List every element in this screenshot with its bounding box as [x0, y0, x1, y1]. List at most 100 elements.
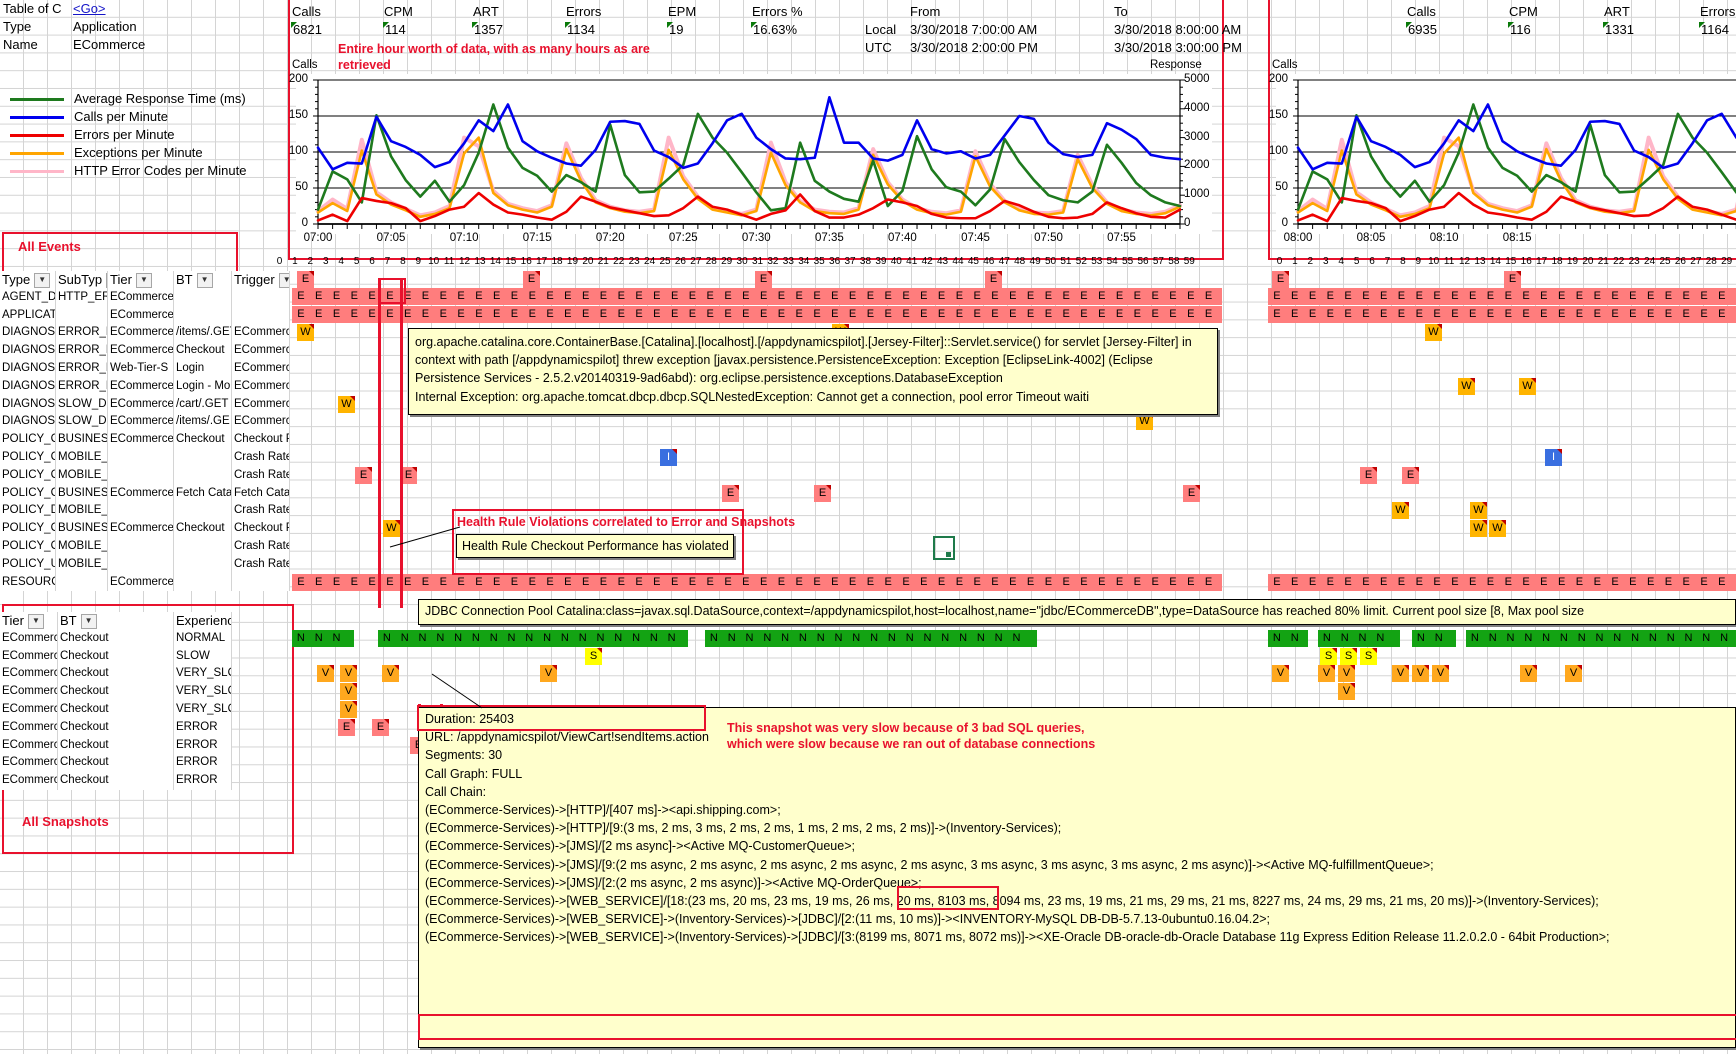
warning-event-flag[interactable]: W [1519, 377, 1536, 395]
go-link[interactable]: <Go> [73, 1, 106, 16]
filter-dropdown-icon[interactable]: ▼ [196, 273, 213, 289]
very-slow-snapshot-flag[interactable]: V [1338, 683, 1355, 701]
snapshots-column-header[interactable]: Experience▼ [174, 612, 232, 630]
filter-dropdown-icon[interactable]: ▼ [27, 614, 44, 630]
very-slow-snapshot-flag[interactable]: V [1272, 665, 1289, 683]
ruler-index: 22 [613, 256, 625, 267]
list-item[interactable]: ECommerceCheckoutVERY_SLOW [0, 700, 290, 719]
snapshot-leader-line [431, 673, 483, 709]
list-item[interactable]: ECommerceCheckoutNORMAL [0, 629, 290, 648]
very-slow-snapshot-flag[interactable]: V [317, 665, 334, 683]
error-event-flag[interactable]: E [985, 270, 1002, 288]
very-slow-snapshot-flag[interactable]: V [1338, 665, 1355, 683]
very-slow-snapshot-flag[interactable]: V [1565, 665, 1582, 683]
table-row[interactable]: APPLICATION_ERROR ECommerce-Services [0, 306, 290, 325]
events-column-header[interactable]: Type ▼ [0, 271, 56, 289]
table-row[interactable]: POLICY_CONBUSINESS_TECommerceFetch Catal… [0, 484, 290, 503]
events-column-header[interactable]: Trigger ▼ [232, 271, 290, 289]
events-cell-trigger: Fetch Catalog Performance [232, 484, 290, 503]
table-row[interactable]: POLICY_OPEMOBILE_APPLICATION Crash Rate [0, 537, 290, 556]
table-row[interactable]: POLICY_CLOMOBILE_APPLICATION Crash Rate [0, 448, 290, 467]
error-event-flag[interactable]: E [755, 270, 772, 288]
table-row[interactable]: DIAGNOSTIERROR_DIAWeb-Tier-SLoginECommer… [0, 359, 290, 378]
table-row[interactable]: POLICY_OPEBUSINESS_TECommerceCheckoutChe… [0, 520, 290, 538]
slow-snapshot-flag[interactable]: S [1340, 647, 1357, 665]
warning-event-flag[interactable]: W [1136, 413, 1153, 431]
warning-event-flag[interactable]: W [1425, 324, 1442, 342]
error-event-flag[interactable]: E [1504, 270, 1521, 288]
very-slow-snapshot-flag[interactable]: V [540, 665, 557, 683]
list-item[interactable]: ECommerceCheckoutVERY_SLOW [0, 683, 290, 701]
call-chain-line-1: (ECommerce-Services)->[HTTP]/[9:(3 ms, 2… [425, 821, 1062, 836]
list-item[interactable]: ECommerceCheckoutERROR [0, 754, 290, 773]
warning-event-flag[interactable]: W [1489, 520, 1506, 538]
events-column-header[interactable]: Tier ▼ [108, 271, 174, 289]
list-item[interactable]: ECommerceCheckoutERROR [0, 736, 290, 755]
filter-dropdown-icon[interactable]: ▼ [80, 614, 97, 630]
error-event-flag[interactable]: E [297, 270, 314, 288]
error-snapshot-flag[interactable]: E [338, 718, 355, 736]
table-row[interactable]: AGENT_DIAHTTP_ERROECommerce-Services [0, 288, 290, 307]
slow-snapshot-flag[interactable]: S [1320, 647, 1337, 665]
ruler-index: 5 [1353, 256, 1360, 267]
events-column-header[interactable]: BT ▼ [174, 271, 232, 289]
snapshots-column-header[interactable]: BT ▼ [58, 612, 174, 630]
slow-snapshot-flag[interactable]: S [585, 647, 602, 665]
events-cell-subtype: MOBILE_APPLICATION [56, 448, 108, 467]
filter-dropdown-icon[interactable]: ▼ [278, 273, 289, 289]
error-event-flag[interactable]: E [814, 484, 831, 502]
error-event-flag[interactable]: E [1360, 466, 1377, 484]
table-row[interactable]: DIAGNOSTIERROR_DIAECommerceLogin - MobEC… [0, 377, 290, 396]
filter-dropdown-icon[interactable]: ▼ [135, 273, 152, 289]
info-event-flag[interactable]: I [1545, 449, 1562, 466]
error-event-flag[interactable]: E [722, 484, 739, 502]
warning-event-flag[interactable]: W [297, 324, 314, 342]
filter-dropdown-icon[interactable]: ▼ [34, 273, 51, 289]
metric2-art-label: ART [1604, 4, 1630, 19]
warning-event-flag[interactable]: W [338, 395, 355, 413]
table-row[interactable]: RESOURCE_POOL_LIMIT ECommerce-Services [0, 573, 290, 592]
very-slow-snapshot-flag[interactable]: V [340, 683, 357, 701]
very-slow-snapshot-flag[interactable]: V [340, 665, 357, 683]
error-event-flag[interactable]: E [355, 466, 372, 484]
very-slow-snapshot-flag[interactable]: V [1392, 665, 1409, 683]
warning-event-flag[interactable]: W [1470, 502, 1487, 520]
snapshots-cell-experience: SLOW [174, 647, 232, 666]
warning-event-flag[interactable]: W [1458, 377, 1475, 395]
error-event-flag[interactable]: E [1402, 466, 1419, 484]
list-item[interactable]: ECommerceCheckoutSLOW [0, 647, 290, 666]
info-event-flag[interactable]: I [660, 449, 677, 466]
error-snapshot-flag[interactable]: E [372, 718, 389, 736]
very-slow-snapshot-flag[interactable]: V [340, 701, 357, 718]
metric-epm-value: 19 [669, 22, 684, 37]
error-event-flag[interactable]: E [400, 466, 417, 484]
table-row[interactable]: POLICY_CONMOBILE_APPLICATION Crash Rate [0, 466, 290, 485]
events-column-header[interactable]: SubTyp▼ [56, 271, 108, 289]
events-cell-type: DIAGNOSTI [0, 413, 56, 432]
table-row[interactable]: DIAGNOSTISLOW_DIAGECommerce/cart/.GETECo… [0, 395, 290, 414]
error-event-flag[interactable]: E [523, 270, 540, 288]
table-row[interactable]: DIAGNOSTIERROR_DIAECommerce/items/.GETEC… [0, 324, 290, 343]
very-slow-snapshot-flag[interactable]: V [382, 665, 399, 683]
very-slow-snapshot-flag[interactable]: V [1432, 665, 1449, 683]
events-cell-type: POLICY_CON [0, 466, 56, 485]
table-row[interactable]: POLICY_UPGMOBILE_APPLICATION Crash Rate [0, 555, 290, 574]
warning-event-flag[interactable]: W [1392, 502, 1409, 520]
ruler-index: 39 [875, 256, 887, 267]
table-row[interactable]: DIAGNOSTIERROR_DIAECommerceCheckoutEComm… [0, 342, 290, 360]
list-item[interactable]: ECommerceCheckoutVERY_SLOW [0, 665, 290, 684]
table-row[interactable]: POLICY_DOWMOBILE_APPLICATION Crash Rate [0, 502, 290, 521]
very-slow-snapshot-flag[interactable]: V [1318, 665, 1335, 683]
very-slow-snapshot-flag[interactable]: V [1412, 665, 1429, 683]
snapshots-column-header[interactable]: Tier ▼ [0, 612, 58, 630]
very-slow-snapshot-flag[interactable]: V [1520, 665, 1537, 683]
error-event-flag[interactable]: E [1183, 484, 1200, 502]
table-row[interactable]: POLICY_CLOBUSINESS_TECommerceCheckoutChe… [0, 431, 290, 449]
warning-event-flag[interactable]: W [1470, 520, 1487, 538]
ruler-index: 17 [1536, 256, 1548, 267]
table-row[interactable]: DIAGNOSTISLOW_DIAGECommerce/items/.GEECo… [0, 413, 290, 432]
list-item[interactable]: ECommerceCheckoutERROR [0, 772, 290, 790]
list-item[interactable]: ECommerceCheckoutERROR [0, 718, 290, 737]
error-event-flag[interactable]: E [1272, 270, 1289, 288]
slow-snapshot-flag[interactable]: S [1360, 647, 1377, 665]
